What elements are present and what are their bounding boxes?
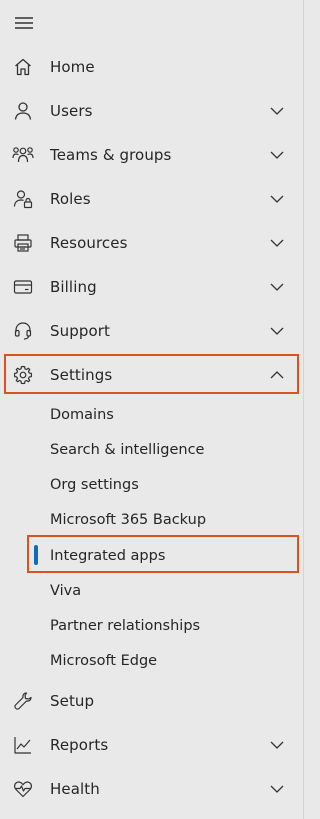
- subnav-item-viva[interactable]: Viva: [0, 573, 304, 608]
- nav-item-label: Roles: [50, 190, 91, 208]
- subnav-item-label: Microsoft 365 Backup: [50, 511, 207, 528]
- subnav-item-domains[interactable]: Domains: [0, 397, 304, 432]
- headset-icon: [12, 320, 34, 342]
- subnav-item-label: Integrated apps: [50, 547, 166, 564]
- nav-item-billing[interactable]: Billing: [0, 265, 304, 309]
- selected-indicator: [34, 545, 38, 565]
- subnav-item-integrated-apps[interactable]: Integrated apps: [0, 538, 304, 573]
- nav-item-label: Health: [50, 780, 100, 798]
- subnav-item-label: Org settings: [50, 476, 139, 493]
- subnav-item-search-intelligence[interactable]: Search & intelligence: [0, 432, 304, 467]
- subnav-item-partner-relationships[interactable]: Partner relationships: [0, 608, 304, 643]
- nav-item-label: Support: [50, 322, 110, 340]
- nav-item-label: Users: [50, 102, 93, 120]
- printer-icon: [12, 232, 34, 254]
- nav-item-setup[interactable]: Setup: [0, 679, 304, 723]
- subnav-item-label: Partner relationships: [50, 617, 201, 634]
- person-lock-icon: [12, 188, 34, 210]
- nav-item-health[interactable]: Health: [0, 767, 304, 811]
- line-chart-icon: [12, 734, 34, 756]
- nav-item-label: Resources: [50, 234, 128, 252]
- nav-item-teams-groups[interactable]: Teams & groups: [0, 133, 304, 177]
- nav-item-label: Billing: [50, 278, 97, 296]
- chevron-down-icon[interactable]: [268, 102, 286, 120]
- subnav-item-label: Search & intelligence: [50, 441, 205, 458]
- subnav-item-label: Microsoft Edge: [50, 652, 158, 669]
- nav-item-label: Teams & groups: [50, 146, 172, 164]
- chevron-down-icon[interactable]: [268, 146, 286, 164]
- nav-item-home[interactable]: Home: [0, 45, 304, 89]
- nav-item-label: Home: [50, 58, 95, 76]
- hamburger-menu-icon[interactable]: [12, 12, 36, 34]
- chevron-up-icon[interactable]: [268, 366, 286, 384]
- home-icon: [12, 56, 34, 78]
- nav-item-roles[interactable]: Roles: [0, 177, 304, 221]
- nav-item-users[interactable]: Users: [0, 89, 304, 133]
- chevron-down-icon[interactable]: [268, 278, 286, 296]
- chevron-down-icon[interactable]: [268, 322, 286, 340]
- heart-pulse-icon: [12, 778, 34, 800]
- nav-item-label: Settings: [50, 366, 113, 384]
- chevron-down-icon[interactable]: [268, 736, 286, 754]
- nav-item-support[interactable]: Support: [0, 309, 304, 353]
- left-navigation: Home Users Teams & groups Roles Resource…: [0, 0, 304, 819]
- nav-item-label: Reports: [50, 736, 109, 754]
- subnav-item-microsoft-edge[interactable]: Microsoft Edge: [0, 643, 304, 678]
- subnav-item-org-settings[interactable]: Org settings: [0, 467, 304, 502]
- subnav-item-microsoft-365-backup[interactable]: Microsoft 365 Backup: [0, 502, 304, 537]
- nav-item-resources[interactable]: Resources: [0, 221, 304, 265]
- gear-icon: [12, 364, 34, 386]
- people-team-icon: [12, 144, 34, 166]
- chevron-down-icon[interactable]: [268, 234, 286, 252]
- chevron-down-icon[interactable]: [268, 780, 286, 798]
- credit-card-icon: [12, 276, 34, 298]
- wrench-icon: [12, 690, 34, 712]
- subnav-item-label: Domains: [50, 406, 114, 423]
- user-icon: [12, 100, 34, 122]
- nav-item-settings[interactable]: Settings: [0, 353, 304, 397]
- subnav-item-label: Viva: [50, 582, 82, 599]
- nav-item-reports[interactable]: Reports: [0, 723, 304, 767]
- nav-item-label: Setup: [50, 692, 95, 710]
- chevron-down-icon[interactable]: [268, 190, 286, 208]
